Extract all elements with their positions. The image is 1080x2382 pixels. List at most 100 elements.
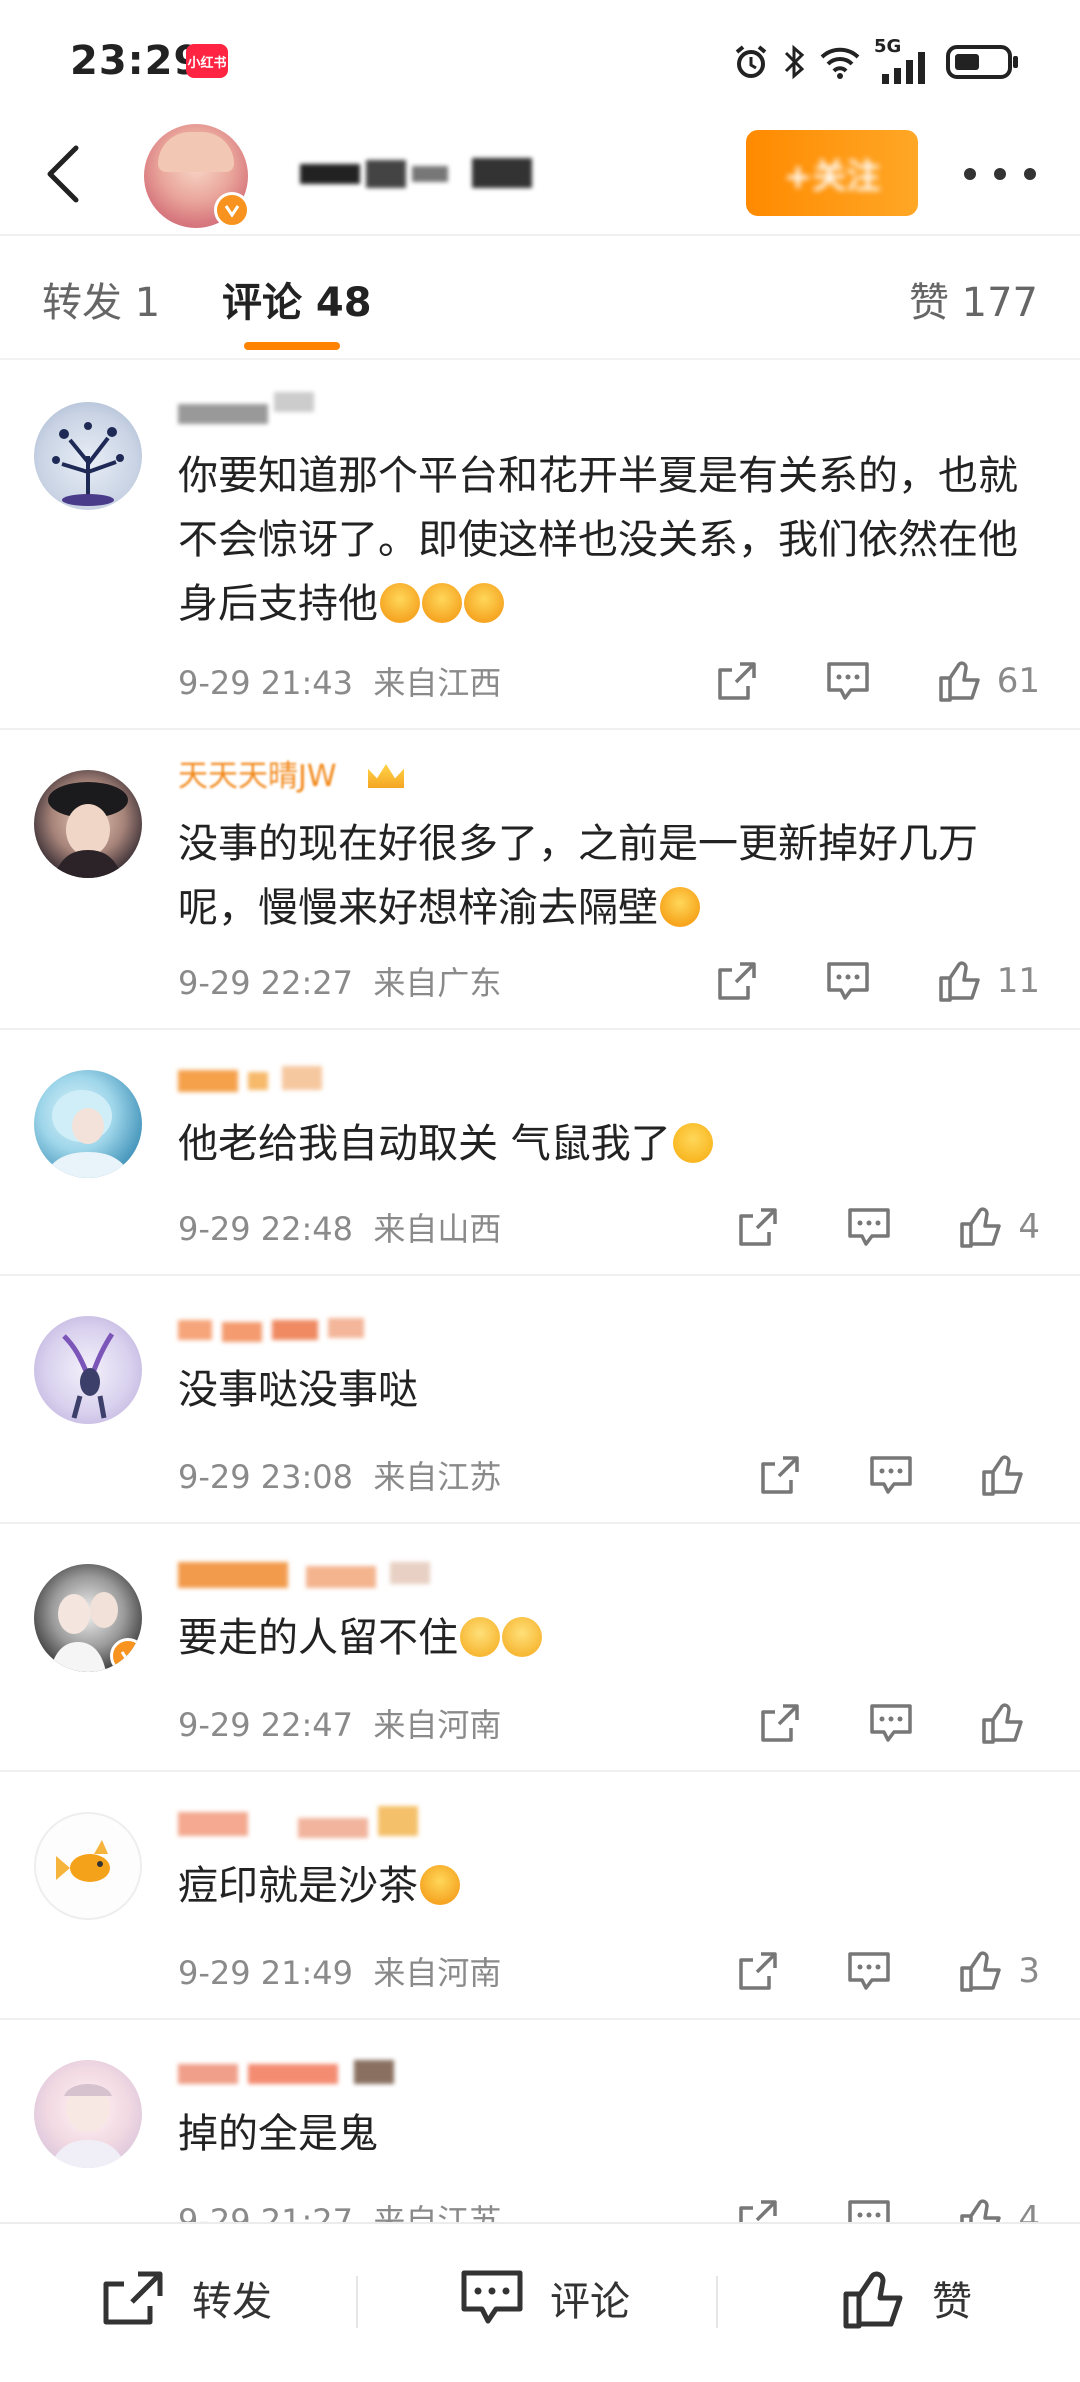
author-name-redacted[interactable]	[292, 154, 562, 194]
username-redacted[interactable]	[178, 2050, 538, 2084]
share-button[interactable]	[736, 2198, 780, 2222]
back-button[interactable]	[30, 142, 94, 206]
reply-button[interactable]	[823, 960, 873, 1002]
comment-location: 来自河南	[373, 1954, 502, 1992]
like-post-button[interactable]: 赞	[842, 2260, 972, 2336]
comment-text: 掉的全是鬼	[178, 2111, 378, 2157]
author-avatar[interactable]	[144, 124, 250, 228]
comment-meta: 9-29 21:43 来自江西	[178, 658, 501, 704]
avatar[interactable]	[34, 1812, 142, 1920]
comment-location: 来自江西	[373, 664, 502, 702]
repost-button[interactable]: 转发	[100, 2260, 272, 2336]
repost-label: 转发	[192, 2279, 272, 2325]
comment-time: 9-29 21:49	[178, 1954, 354, 1992]
like-button[interactable]: 4	[958, 2192, 1040, 2222]
comment-text: 要走的人留不住	[178, 1606, 1048, 1670]
comment-meta: 9-29 21:27 来自江苏	[178, 2196, 501, 2222]
share-icon	[739, 2200, 778, 2222]
cry-emoji-icon	[672, 1123, 713, 1163]
comment-button[interactable]: 评论	[460, 2260, 630, 2336]
comment-meta: 9-29 22:47 来自河南	[178, 1700, 501, 1746]
username-redacted[interactable]	[178, 1060, 538, 1094]
like-label: 赞	[932, 2279, 972, 2325]
tab-bar: 转发 1 评论 48 赞 177	[0, 236, 1080, 360]
share-button[interactable]	[758, 1454, 802, 1496]
bluetooth-icon	[784, 44, 805, 80]
share-icon	[717, 662, 756, 700]
share-button[interactable]	[736, 1950, 780, 1992]
comment-icon	[870, 1704, 912, 1742]
comment-meta: 9-29 21:49 来自河南	[178, 1948, 501, 1994]
like-button[interactable]	[980, 1696, 1040, 1750]
more-button[interactable]	[964, 146, 1036, 202]
thumbs-up-icon	[938, 961, 980, 1002]
thumbs-up-icon	[938, 661, 980, 702]
comment-icon	[848, 1208, 891, 1246]
laugh-cry-emoji-icon	[660, 887, 700, 927]
share-button[interactable]	[715, 960, 759, 1002]
comment-icon	[826, 662, 869, 700]
tab-repost[interactable]: 转发 1	[42, 270, 160, 328]
reply-button[interactable]	[844, 1950, 894, 1992]
thumbs-up-icon	[960, 1951, 1002, 1992]
like-button[interactable]: 3	[958, 1944, 1040, 1998]
share-button[interactable]	[715, 660, 759, 702]
share-icon	[761, 1704, 799, 1742]
avatar[interactable]	[34, 2060, 142, 2168]
like-button[interactable]: 61	[937, 654, 1040, 708]
back-arrow-icon	[47, 145, 79, 203]
tab-comment[interactable]: 评论 48	[222, 270, 372, 328]
tab-like[interactable]: 赞 177	[909, 270, 1038, 328]
battery-icon	[946, 45, 1018, 79]
username-redacted[interactable]	[178, 1554, 538, 1588]
avatar[interactable]	[34, 1564, 142, 1672]
comment-location: 来自江苏	[373, 1458, 502, 1496]
share-button[interactable]	[736, 1206, 780, 1248]
share-icon	[103, 2271, 163, 2325]
username-redacted[interactable]	[178, 392, 538, 426]
comment-icon	[870, 1456, 912, 1494]
reply-button[interactable]	[866, 1702, 916, 1744]
avatar[interactable]	[34, 402, 142, 510]
comment-icon	[848, 1952, 891, 1990]
comment-text: 他老给我自动取关 气鼠我了	[178, 1112, 1048, 1176]
avatar[interactable]	[34, 1070, 142, 1178]
thumbs-up-icon	[982, 1455, 1023, 1496]
like-button[interactable]: 11	[937, 954, 1040, 1008]
follow-button[interactable]: +关注	[746, 130, 918, 216]
share-icon	[761, 1456, 799, 1494]
comment-item: 要走的人留不住 9-29 22:47 来自河南	[0, 1524, 1080, 1772]
comment-meta: 9-29 22:48 来自山西	[178, 1204, 501, 1250]
reply-button[interactable]	[866, 1454, 916, 1496]
shock-emoji-icon	[464, 583, 504, 623]
like-button[interactable]: 4	[958, 1200, 1040, 1254]
reply-button[interactable]	[844, 1206, 894, 1248]
username-redacted[interactable]	[178, 1306, 538, 1342]
comment-actions	[758, 1448, 1040, 1502]
verified-icon	[214, 192, 250, 228]
comment-actions: 4	[736, 1200, 1040, 1254]
like-button[interactable]	[980, 1448, 1040, 1502]
avatar[interactable]	[34, 770, 142, 878]
comment-item: 没事哒没事哒 9-29 23:08 来自江苏	[0, 1276, 1080, 1524]
comment-meta: 9-29 22:27 来自广东	[178, 958, 501, 1004]
comment-actions: 3	[736, 1944, 1040, 1998]
alarm-icon	[735, 45, 767, 78]
thumbs-up-icon	[960, 1207, 1002, 1248]
follow-label: +关注	[783, 156, 881, 197]
like-count: 61	[996, 661, 1040, 701]
thumbs-up-icon	[843, 2271, 903, 2329]
avatar[interactable]	[34, 1316, 142, 1424]
share-icon	[717, 962, 756, 1000]
header: +关注	[0, 120, 1080, 236]
reply-button[interactable]	[823, 660, 873, 702]
comment-item: 痘印就是沙茶 9-29 21:49 来自河南 3	[0, 1772, 1080, 2020]
username[interactable]: 天天天晴JW	[178, 760, 538, 794]
shock-emoji-icon	[422, 583, 462, 623]
comment-time: 9-29 21:43	[178, 664, 354, 702]
username-redacted[interactable]	[178, 1802, 538, 1838]
share-button[interactable]	[758, 1702, 802, 1744]
divider	[356, 2276, 358, 2328]
reply-button[interactable]	[844, 2198, 894, 2222]
divider	[716, 2276, 718, 2328]
